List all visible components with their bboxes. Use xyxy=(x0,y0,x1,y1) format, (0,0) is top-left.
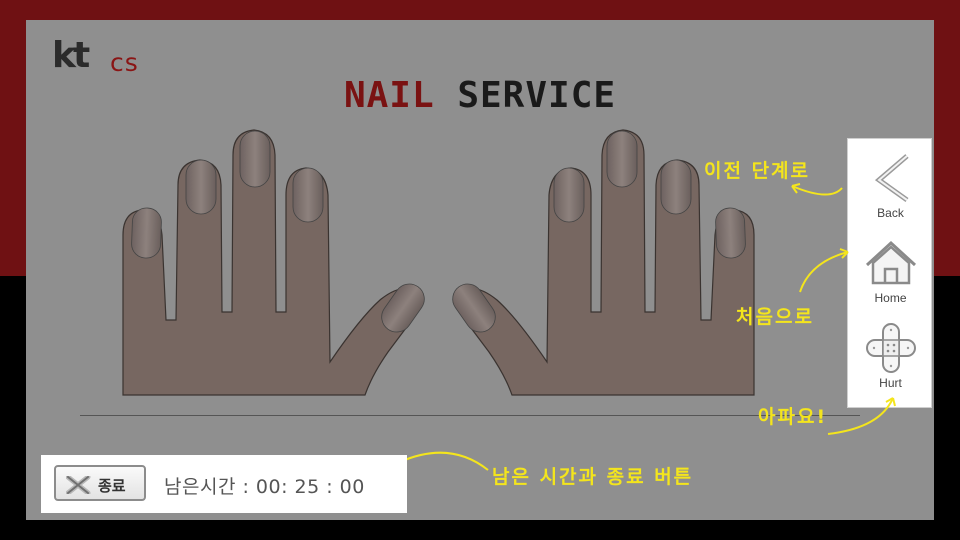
home-label: Home xyxy=(874,291,907,305)
home-annotation: 처음으로 xyxy=(736,306,814,328)
footer-bar: 종료 남은시간 : 00: 25 : 00 xyxy=(41,455,407,513)
house-icon xyxy=(865,240,917,285)
back-label: Back xyxy=(877,206,904,220)
hurt-label: Hurt xyxy=(879,376,902,390)
home-button[interactable]: Home xyxy=(848,227,933,312)
footer-annotation: 남은 시간과 종료 버튼 xyxy=(492,466,694,488)
close-x-icon xyxy=(66,476,91,494)
remaining-time: 남은시간 : 00: 25 : 00 xyxy=(164,476,365,498)
end-button[interactable]: 종료 xyxy=(54,465,146,501)
hurt-button[interactable]: Hurt xyxy=(848,312,933,397)
back-annotation: 이전 단계로 xyxy=(704,160,811,182)
sidebar-menu: Back Home Hurt xyxy=(847,138,932,408)
hurt-annotation: 아파요! xyxy=(758,406,828,428)
chevron-left-icon xyxy=(874,154,909,203)
bandage-icon xyxy=(866,323,916,373)
end-label: 종료 xyxy=(98,477,126,495)
back-button[interactable]: Back xyxy=(848,142,933,227)
left-hand xyxy=(122,129,425,396)
divider-line xyxy=(80,415,860,416)
